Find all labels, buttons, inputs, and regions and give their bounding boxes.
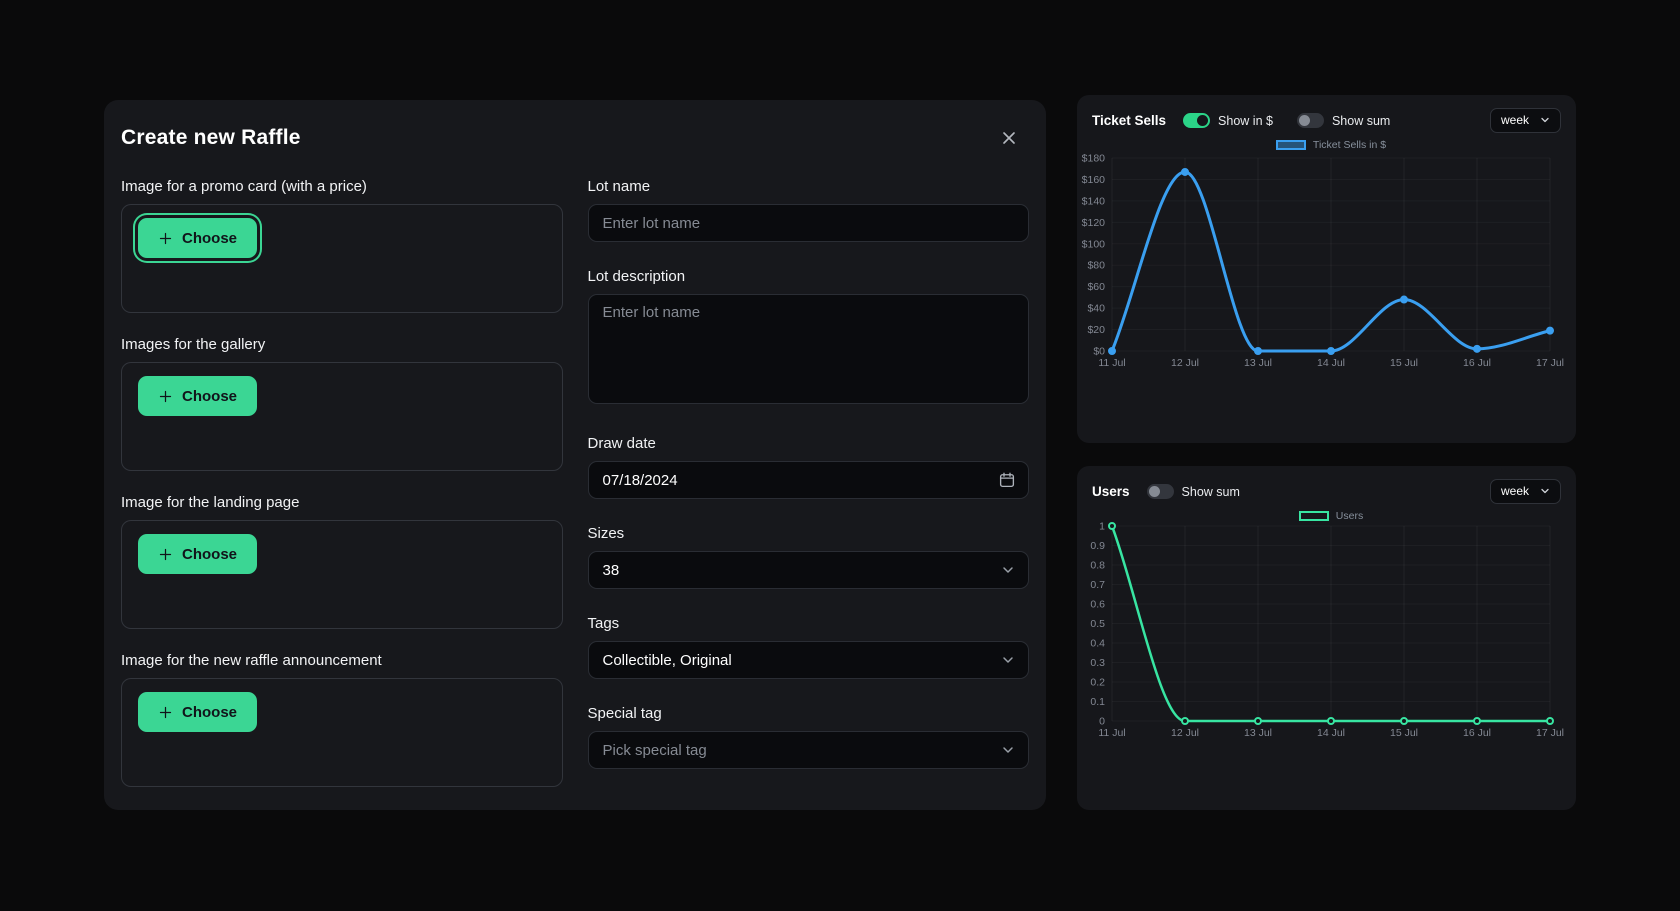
svg-text:13 Jul: 13 Jul <box>1244 727 1272 739</box>
svg-text:$160: $160 <box>1082 174 1106 186</box>
svg-text:$0: $0 <box>1093 346 1105 358</box>
svg-text:$20: $20 <box>1087 324 1105 336</box>
lot-description-field-group: Lot description <box>587 268 1029 409</box>
gallery-dropzone: Choose <box>121 362 563 471</box>
tags-field-group: Tags Collectible, Original <box>587 615 1029 679</box>
choose-promo-card-button[interactable]: Choose <box>138 218 258 258</box>
svg-text:1: 1 <box>1099 521 1105 533</box>
special-tag-field-group: Special tag Pick special tag <box>587 705 1029 769</box>
choose-announcement-button[interactable]: Choose <box>138 692 258 732</box>
choose-gallery-button[interactable]: Choose <box>138 376 258 416</box>
svg-text:15 Jul: 15 Jul <box>1390 357 1418 369</box>
dashboard-page: { "modal": { "title": "Create new Raffle… <box>0 0 1680 911</box>
draw-date-field-group: Draw date 07/18/2024 <box>587 435 1029 499</box>
svg-text:$100: $100 <box>1082 238 1106 250</box>
svg-text:16 Jul: 16 Jul <box>1463 357 1491 369</box>
svg-text:11 Jul: 11 Jul <box>1098 727 1125 739</box>
users-chart: 0 0.1 0.2 0.3 0.4 0.5 0.6 0.7 0.8 0.9 1 11 Jul 12 Ju… <box>1090 521 1564 740</box>
svg-text:17 Jul: 17 Jul <box>1536 357 1564 369</box>
upload-section-promo-card: Image for a promo card (with a price) Ch… <box>121 178 563 313</box>
svg-text:15 Jul: 15 Jul <box>1390 727 1418 739</box>
plus-icon <box>159 706 172 718</box>
announcement-dropzone: Choose <box>121 678 563 787</box>
svg-text:17 Jul: 17 Jul <box>1536 727 1564 739</box>
chevron-down-icon <box>1003 657 1013 663</box>
svg-text:14 Jul: 14 Jul <box>1317 727 1345 739</box>
svg-text:$140: $140 <box>1082 195 1106 207</box>
svg-text:14 Jul: 14 Jul <box>1317 357 1345 369</box>
lot-name-field-group: Lot name <box>587 178 1029 242</box>
svg-text:0: 0 <box>1099 716 1105 728</box>
page-title: Create new Raffle <box>121 126 301 149</box>
close-icon <box>1003 132 1015 144</box>
lot-name-label: Lot name <box>587 178 651 195</box>
fields-column: Lot name Lot description Draw date 07/18… <box>587 178 1029 810</box>
svg-text:16 Jul: 16 Jul <box>1463 727 1491 739</box>
users-panel: Users Show sum week Users 0 0.1 0.2 0.3 0.4 0… <box>1077 466 1576 810</box>
close-button[interactable] <box>997 126 1021 150</box>
sizes-select[interactable]: 38 <box>587 551 1029 589</box>
svg-text:0.9: 0.9 <box>1090 540 1105 552</box>
landing-page-dropzone: Choose <box>121 520 563 629</box>
calendar-icon[interactable] <box>998 471 1016 489</box>
special-tag-select[interactable]: Pick special tag <box>587 731 1029 769</box>
svg-text:0.3: 0.3 <box>1090 657 1105 669</box>
create-raffle-modal: Create new Raffle Image for a promo card… <box>104 100 1046 810</box>
plus-icon <box>159 548 172 560</box>
svg-text:0.6: 0.6 <box>1090 599 1105 611</box>
plus-icon <box>159 232 172 244</box>
svg-text:0.5: 0.5 <box>1090 618 1105 630</box>
special-tag-label: Special tag <box>587 705 662 722</box>
upload-label: Image for the landing page <box>121 494 300 511</box>
choose-button-label: Choose <box>182 229 238 247</box>
upload-label: Image for the new raffle announcement <box>121 652 382 669</box>
tags-value: Collectible, Original <box>602 651 732 669</box>
tags-label: Tags <box>587 615 620 632</box>
plus-icon <box>159 390 172 402</box>
svg-text:0.7: 0.7 <box>1090 579 1105 591</box>
svg-text:$60: $60 <box>1087 281 1105 293</box>
choose-button-label: Choose <box>182 387 238 405</box>
uploads-column: Image for a promo card (with a price) Ch… <box>121 178 563 810</box>
ticket-sells-panel: Ticket Sells Show in $ Show sum week Tic… <box>1077 95 1576 443</box>
lot-name-input[interactable] <box>587 204 1029 242</box>
draw-date-value: 07/18/2024 <box>602 471 678 489</box>
choose-button-label: Choose <box>182 703 238 721</box>
svg-text:$120: $120 <box>1082 217 1106 229</box>
choose-button-label: Choose <box>182 545 238 563</box>
svg-text:0.2: 0.2 <box>1090 677 1105 689</box>
sizes-field-group: Sizes 38 <box>587 525 1029 589</box>
lot-description-textarea[interactable] <box>587 294 1029 404</box>
svg-text:12 Jul: 12 Jul <box>1171 357 1199 369</box>
sizes-label: Sizes <box>587 525 625 542</box>
chevron-down-icon <box>1003 747 1013 753</box>
tags-select[interactable]: Collectible, Original <box>587 641 1029 679</box>
upload-section-gallery: Images for the gallery Choose <box>121 336 563 471</box>
svg-text:$80: $80 <box>1087 260 1105 272</box>
svg-text:0.1: 0.1 <box>1090 696 1105 708</box>
draw-date-label: Draw date <box>587 435 656 452</box>
upload-section-landing-page: Image for the landing page Choose <box>121 494 563 629</box>
sizes-value: 38 <box>602 561 620 579</box>
chevron-down-icon <box>1003 567 1013 573</box>
upload-label: Images for the gallery <box>121 336 266 353</box>
svg-text:$40: $40 <box>1087 303 1105 315</box>
ticket-sells-chart: $0 $20 $40 $60 $80 $100 $120 $140 $160 $180 11 Jul… <box>1082 153 1564 370</box>
choose-landing-page-button[interactable]: Choose <box>138 534 258 574</box>
svg-text:0.4: 0.4 <box>1090 638 1105 650</box>
svg-text:0.8: 0.8 <box>1090 560 1105 572</box>
modal-columns: Image for a promo card (with a price) Ch… <box>121 178 1029 810</box>
modal-header: Create new Raffle <box>121 126 1029 150</box>
promo-card-dropzone: Choose <box>121 204 563 313</box>
upload-label: Image for a promo card (with a price) <box>121 178 367 195</box>
special-tag-placeholder: Pick special tag <box>602 741 707 759</box>
svg-text:12 Jul: 12 Jul <box>1171 727 1199 739</box>
svg-text:11 Jul: 11 Jul <box>1098 357 1125 369</box>
lot-description-label: Lot description <box>587 268 686 285</box>
svg-text:$180: $180 <box>1082 153 1106 165</box>
upload-section-announcement: Image for the new raffle announcement Ch… <box>121 652 563 787</box>
svg-text:13 Jul: 13 Jul <box>1244 357 1272 369</box>
draw-date-input[interactable]: 07/18/2024 <box>587 461 1029 499</box>
